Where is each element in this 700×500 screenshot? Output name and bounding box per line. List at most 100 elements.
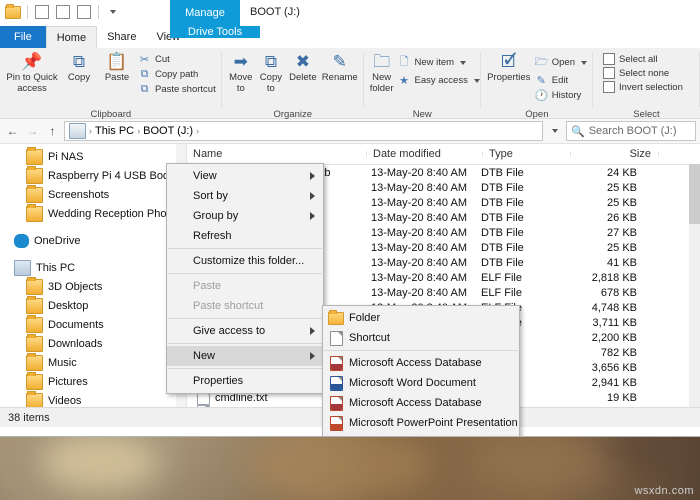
submenu-item-microsoft-word-document[interactable]: Microsoft Word Document	[323, 373, 519, 393]
forward-icon[interactable]: →	[24, 123, 41, 140]
edit-button[interactable]: ✎Edit	[535, 74, 587, 87]
properties-button[interactable]: 🗹 Properties	[487, 51, 531, 83]
paste-shortcut-icon: ⧉	[138, 83, 151, 96]
select-all-button[interactable]: Select all	[603, 53, 683, 65]
ribbon-group-open: 🗹 Properties 🗁Open ✎Edit 🕐History Open	[481, 48, 593, 121]
chevron-right-icon	[310, 192, 315, 200]
copy-button[interactable]: ⧉ Copy	[62, 51, 96, 83]
tab-file[interactable]: File	[0, 26, 46, 48]
sidebar-item-wedding-reception-photos[interactable]: Wedding Reception Photos	[0, 204, 186, 223]
open-button[interactable]: 🗁Open	[535, 53, 587, 72]
sidebar-item-pi-nas[interactable]: Pi NAS	[0, 147, 186, 166]
cut-button[interactable]: ✂Cut	[138, 53, 216, 66]
sidebar-item-videos[interactable]: Videos	[0, 391, 186, 407]
menu-item-paste-shortcut: Paste shortcut	[167, 296, 323, 316]
new-folder-button[interactable]: 🗀 New folder	[370, 51, 394, 94]
submenu-item-microsoft-publisher-document[interactable]: Microsoft Publisher Document	[323, 433, 519, 436]
sidebar-item-this-pc[interactable]: This PC	[0, 258, 186, 277]
column-header-date-modified[interactable]: Date modified	[367, 148, 483, 160]
menu-item-refresh[interactable]: Refresh	[167, 226, 323, 246]
quick-access-toolbar[interactable]	[4, 3, 122, 21]
chevron-down-icon[interactable]	[546, 123, 563, 140]
folder-icon	[26, 168, 43, 184]
address-input[interactable]: › This PC › BOOT (J:) ›	[64, 121, 543, 141]
tiny-button-1[interactable]	[33, 3, 51, 21]
item-count: 38 items	[8, 412, 50, 424]
new-submenu[interactable]: Folder Shortcut Microsoft Access Databas…	[322, 305, 520, 436]
chevron-right-icon	[310, 172, 315, 180]
window-title: BOOT (J:)	[250, 6, 300, 18]
search-input[interactable]: 🔍 Search BOOT (J:)	[566, 121, 696, 141]
copy-to-button[interactable]: ⧉ Copy to	[258, 51, 284, 94]
invert-selection-button[interactable]: Invert selection	[603, 81, 683, 93]
copy-icon: ⧉	[73, 53, 85, 70]
delete-button[interactable]: ✖ Delete	[288, 51, 318, 83]
ribbon-tab-strip[interactable]: File Home Share View Drive Tools	[0, 26, 700, 48]
sidebar-item-raspberry-pi-4-usb-boot[interactable]: Raspberry Pi 4 USB Boot	[0, 166, 186, 185]
sidebar-item-music[interactable]: Music	[0, 353, 186, 372]
menu-item-sort-by[interactable]: Sort by	[167, 186, 323, 206]
menu-item-view[interactable]: View	[167, 166, 323, 186]
submenu-item-shortcut[interactable]: Shortcut	[323, 328, 519, 348]
folder-icon	[26, 336, 43, 352]
column-header-size[interactable]: Size	[571, 148, 659, 160]
select-none-button[interactable]: Select none	[603, 67, 683, 79]
menu-item-properties[interactable]: Properties	[167, 371, 323, 391]
submenu-item-microsoft-powerpoint-presentation[interactable]: Microsoft PowerPoint Presentation	[323, 413, 519, 433]
folder-icon	[26, 374, 43, 390]
file-explorer-window: Manage BOOT (J:) File Home Share View Dr…	[0, 0, 700, 436]
column-header-type[interactable]: Type	[483, 148, 571, 160]
tiny-button-2[interactable]	[54, 3, 72, 21]
folder-icon	[26, 149, 43, 165]
menu-item-new[interactable]: New	[167, 346, 323, 366]
open-icon: 🗁	[535, 53, 548, 72]
up-icon[interactable]: ↑	[44, 123, 61, 140]
tiny-button-3[interactable]	[75, 3, 93, 21]
tab-home[interactable]: Home	[46, 26, 97, 48]
paste-button[interactable]: 📋 Paste	[100, 51, 134, 83]
access-icon	[328, 395, 344, 411]
history-button[interactable]: 🕐History	[535, 89, 587, 102]
sidebar-item-screenshots[interactable]: Screenshots	[0, 185, 186, 204]
submenu-item-microsoft-access-database-2[interactable]: Microsoft Access Database	[323, 393, 519, 413]
move-to-button[interactable]: ➡ Move to	[228, 51, 254, 94]
menu-item-give-access-to[interactable]: Give access to	[167, 321, 323, 341]
pin-to-quick-access-button[interactable]: 📌 Pin to Quick access	[6, 51, 58, 94]
context-menu[interactable]: View Sort by Group by Refresh Customize …	[166, 163, 324, 394]
sidebar-item-pictures[interactable]: Pictures	[0, 372, 186, 391]
breadcrumb-boot-drive[interactable]: BOOT (J:)	[143, 125, 193, 137]
menu-divider	[168, 248, 322, 249]
tab-drive-tools[interactable]: Drive Tools	[170, 26, 260, 38]
ribbon-group-new: 🗀 New folder 🗋New item ★Easy access New	[364, 48, 481, 121]
submenu-item-microsoft-access-database[interactable]: Microsoft Access Database	[323, 353, 519, 373]
column-header-name[interactable]: Name	[187, 148, 367, 160]
breadcrumb-this-pc[interactable]: This PC	[95, 125, 134, 137]
tab-manage[interactable]: Manage	[170, 0, 240, 26]
copy-to-icon: ⧉	[265, 53, 277, 70]
sidebar-item-downloads[interactable]: Downloads	[0, 334, 186, 353]
menu-item-paste: Paste	[167, 276, 323, 296]
file-list-scroll-thumb[interactable]	[689, 164, 700, 224]
sidebar-item-desktop[interactable]: Desktop	[0, 296, 186, 315]
pin-icon: 📌	[21, 53, 42, 70]
copy-path-button[interactable]: ⧉Copy path	[138, 68, 216, 81]
chevron-down-icon[interactable]	[104, 3, 122, 21]
menu-item-customize-this-folder[interactable]: Customize this folder...	[167, 251, 323, 271]
sidebar-item-onedrive[interactable]: OneDrive	[0, 231, 186, 250]
chevron-right-icon	[310, 212, 315, 220]
menu-item-group-by[interactable]: Group by	[167, 206, 323, 226]
file-list-scrollbar[interactable]	[689, 164, 700, 407]
back-icon[interactable]: ←	[4, 123, 21, 140]
column-headers[interactable]: Name Date modified Type Size	[187, 144, 700, 165]
new-item-button[interactable]: 🗋New item	[398, 53, 480, 72]
submenu-item-folder[interactable]: Folder	[323, 308, 519, 328]
properties-icon: 🗹	[501, 53, 516, 70]
sidebar-item-3d-objects[interactable]: 3D Objects	[0, 277, 186, 296]
paste-shortcut-button[interactable]: ⧉Paste shortcut	[138, 83, 216, 96]
sidebar-item-documents[interactable]: Documents	[0, 315, 186, 334]
tab-share[interactable]: Share	[97, 26, 146, 48]
folder-icon	[26, 355, 43, 371]
rename-button[interactable]: ✎ Rename	[322, 51, 358, 83]
navigation-pane[interactable]: Pi NAS Raspberry Pi 4 USB Boot Screensho…	[0, 144, 187, 407]
easy-access-button[interactable]: ★Easy access	[398, 74, 480, 87]
